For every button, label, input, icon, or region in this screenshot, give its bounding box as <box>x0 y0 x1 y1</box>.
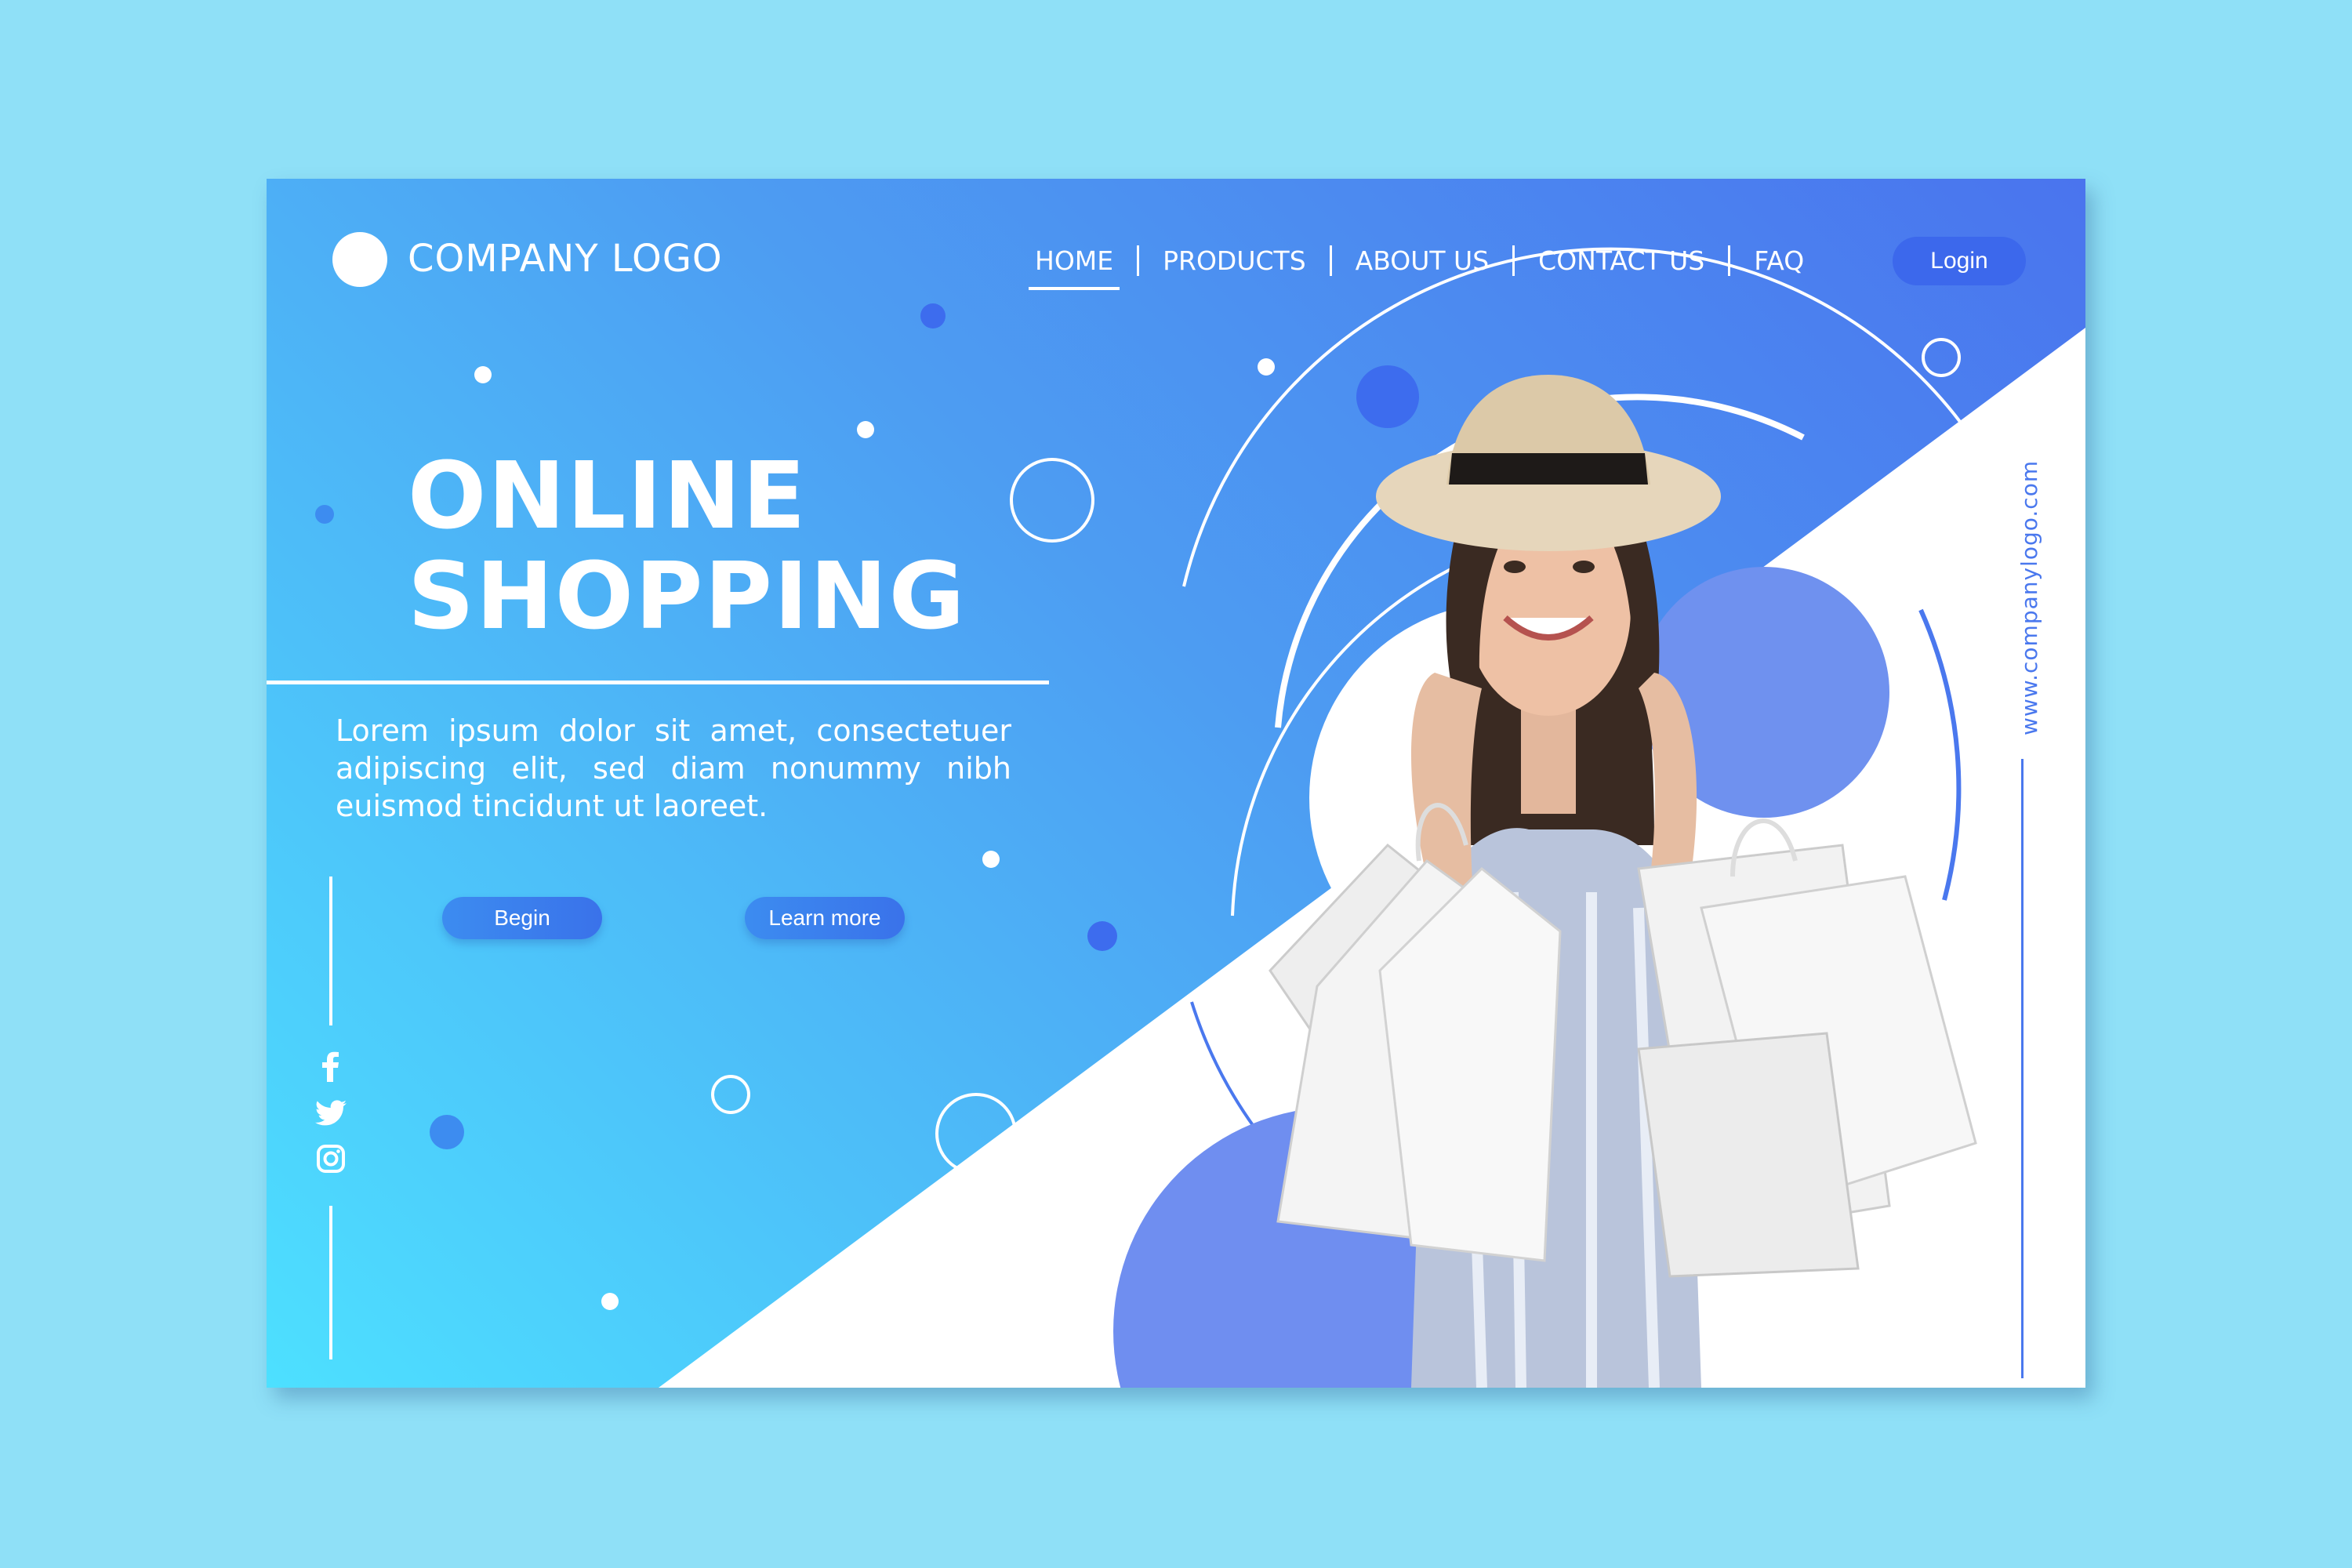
hero-description: Lorem ipsum dolor sit amet, consectetuer… <box>336 713 1011 823</box>
side-divider <box>2021 759 2024 1378</box>
hero-title-line-1: ONLINE <box>408 441 808 550</box>
main-nav: HOME PRODUCTS ABOUT US CONTACT US FAQ <box>1011 235 1828 290</box>
landing-page-card: COMPANY LOGO HOME PRODUCTS ABOUT US CONT… <box>267 179 2085 1388</box>
instagram-icon[interactable] <box>314 1142 348 1176</box>
facebook-icon[interactable] <box>314 1049 348 1083</box>
twitter-icon[interactable] <box>314 1096 348 1131</box>
nav-faq[interactable]: FAQ <box>1728 245 1828 276</box>
company-logo-text[interactable]: COMPANY LOGO <box>408 237 723 281</box>
nav-home[interactable]: HOME <box>1011 245 1137 290</box>
logo-circle-icon[interactable] <box>332 232 387 287</box>
nav-about-us[interactable]: ABOUT US <box>1329 245 1513 276</box>
social-divider-top <box>329 877 332 1025</box>
nav-products[interactable]: PRODUCTS <box>1137 245 1330 276</box>
nav-contact-us[interactable]: CONTACT US <box>1512 245 1728 276</box>
hero-title: ONLINE SHOPPING <box>408 445 967 646</box>
hero-title-line-2: SHOPPING <box>408 542 967 650</box>
woman-with-shopping-bags-image <box>1269 375 1977 1388</box>
learn-more-button[interactable]: Learn more <box>745 897 905 939</box>
hero-divider <box>267 681 1049 684</box>
website-url[interactable]: www.companylogo.com <box>2016 460 2042 735</box>
social-divider-bottom <box>329 1206 332 1359</box>
login-button[interactable]: Login <box>1893 237 2026 285</box>
begin-button[interactable]: Begin <box>442 897 602 939</box>
